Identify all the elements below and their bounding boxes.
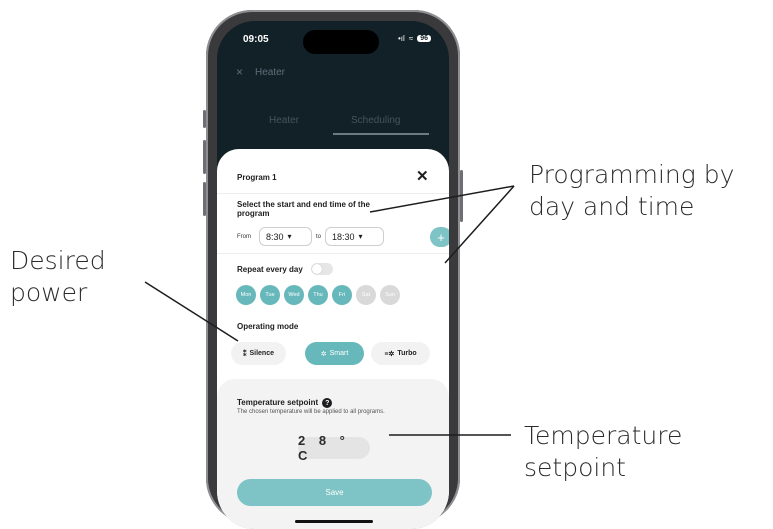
day-sun[interactable]: Sun <box>380 285 400 305</box>
to-label: to <box>316 234 322 240</box>
dynamic-island <box>303 30 379 54</box>
smart-icon: ✲ <box>320 350 327 358</box>
end-time-value: 18:30 <box>332 231 355 242</box>
mode-turbo-button[interactable]: ≡✲ Turbo <box>371 342 430 365</box>
time-instruction: Select the start and end time of the pro… <box>237 200 370 218</box>
repeat-label: Repeat every day <box>237 265 303 274</box>
status-time: 09:05 <box>243 34 269 45</box>
program-sheet: Program 1 ✕ Select the start and end tim… <box>217 149 449 529</box>
add-time-slot-button[interactable]: + <box>430 227 449 247</box>
sheet-close-icon[interactable]: ✕ <box>416 167 429 185</box>
mode-label: Smart <box>329 350 349 357</box>
callout-temperature-setpoint: Temperature setpoint <box>524 421 683 482</box>
day-fri[interactable]: Fri <box>332 285 352 305</box>
home-indicator <box>295 520 373 523</box>
day-thu[interactable]: Thu <box>308 285 328 305</box>
page-title: Heater <box>255 67 286 78</box>
close-icon[interactable]: × <box>236 65 243 79</box>
day-sat[interactable]: Sat <box>356 285 376 305</box>
day-selector: Mon Tue Wed Thu Fri Sat Sun <box>236 285 400 305</box>
active-tab-indicator <box>333 133 429 135</box>
silence-icon: ⁑ <box>242 350 247 358</box>
from-label: From <box>237 234 251 240</box>
battery-icon: 96 <box>417 35 431 42</box>
mode-smart-button[interactable]: ✲ Smart <box>305 342 364 365</box>
wifi-icon: ≈ <box>408 34 414 43</box>
signal-icon: •ıl <box>398 34 405 43</box>
program-title: Program 1 <box>237 173 277 182</box>
day-tue[interactable]: Tue <box>260 285 280 305</box>
divider <box>217 193 449 194</box>
temperature-title: Temperature setpoint? <box>237 398 333 408</box>
action-button <box>203 110 206 128</box>
tab-heater[interactable]: Heater <box>269 115 299 126</box>
phone-screen: 09:05 •ıl ≈ 96 × Heater Heater Schedulin… <box>217 21 449 529</box>
temperature-value[interactable]: 2 8 ° C <box>298 433 370 463</box>
divider <box>217 253 449 254</box>
end-time-select[interactable]: 18:30 ▾ <box>325 227 384 246</box>
mode-silence-button[interactable]: ⁑ Silence <box>231 342 286 365</box>
start-time-select[interactable]: 8:30 ▾ <box>259 227 312 246</box>
phone-frame: 09:05 •ıl ≈ 96 × Heater Heater Schedulin… <box>203 10 463 529</box>
callout-programming: Programming by day and time <box>529 160 735 221</box>
help-icon[interactable]: ? <box>322 398 333 408</box>
operating-mode-label: Operating mode <box>237 322 299 331</box>
temperature-panel: Temperature setpoint? The chosen tempera… <box>217 379 449 529</box>
temperature-note: The chosen temperature will be applied t… <box>237 409 385 415</box>
callout-desired-power: Desired power <box>10 246 106 307</box>
toggle-knob <box>312 264 322 274</box>
chevron-down-icon: ▾ <box>287 232 292 241</box>
status-icons: •ıl ≈ 96 <box>398 34 431 43</box>
start-time-value: 8:30 <box>266 231 284 242</box>
turbo-icon: ≡✲ <box>384 350 395 358</box>
day-wed[interactable]: Wed <box>284 285 304 305</box>
tab-scheduling[interactable]: Scheduling <box>351 115 400 126</box>
save-button[interactable]: Save <box>237 479 432 506</box>
chevron-down-icon: ▾ <box>358 232 363 241</box>
power-button <box>460 170 463 222</box>
temperature-title-text: Temperature setpoint <box>237 398 319 408</box>
day-mon[interactable]: Mon <box>236 285 256 305</box>
volume-up-button <box>203 140 206 174</box>
mode-label: Silence <box>249 350 274 357</box>
mode-label: Turbo <box>397 350 417 357</box>
repeat-toggle[interactable] <box>311 263 333 275</box>
volume-down-button <box>203 182 206 216</box>
